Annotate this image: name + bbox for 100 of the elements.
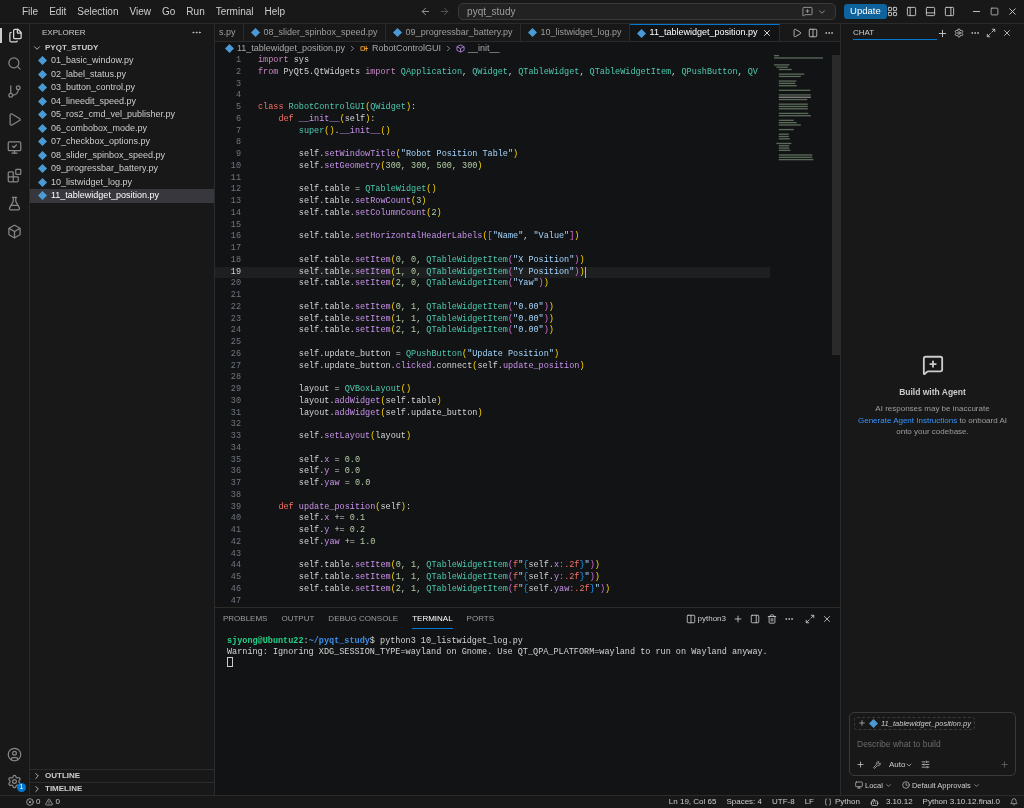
status-item[interactable]: LF [804,796,814,808]
panel-tab[interactable]: PORTS [466,610,495,628]
panel-tab[interactable]: TERMINAL [412,609,453,629]
status-item[interactable]: Python 3.10.12.final.0 [922,796,1000,808]
editor-tab[interactable]: 09_progressbar_battery.py [385,24,521,41]
explorer-file[interactable]: 10_listwidget_log.py [30,175,214,189]
code-token: ( [508,266,514,278]
line-number: 5 [234,102,241,114]
terminal-name[interactable]: python3 [697,613,726,625]
breadcrumb-item[interactable]: __init__ [467,41,500,56]
explorer-file[interactable]: 01_basic_window.py [30,54,214,68]
explorer-file[interactable]: 06_combobox_mode.py [30,121,214,135]
editor-tab[interactable]: 08_slider_spinbox_speed.py [243,24,386,41]
back-icon[interactable] [420,6,432,17]
settings-icon[interactable] [954,28,964,38]
sliders-icon[interactable] [921,760,931,770]
split-editor-icon[interactable] [808,27,818,38]
menu-item[interactable]: File [17,4,44,19]
search-icon[interactable] [7,56,22,71]
maximize-icon[interactable] [989,7,999,16]
panel-tab[interactable]: DEBUG CONSOLE [328,610,399,628]
line-number: 20 [229,278,241,290]
status-item[interactable]: Spaces: 4 [726,796,762,808]
code-token: [ [487,231,493,243]
new-terminal-icon[interactable] [733,614,743,624]
menu-item[interactable]: Run [181,4,210,19]
collapsed-section[interactable]: OUTLINE [30,769,214,782]
panel-tab[interactable]: OUTPUT [281,610,315,628]
editor-tab[interactable]: 10_listwidget_log.py [520,24,630,41]
close-icon[interactable] [1006,6,1018,17]
line-number: 26 [229,348,241,361]
menu-item[interactable]: Selection [72,4,124,19]
branch-icon[interactable] [7,84,22,99]
scrollbar[interactable] [832,55,840,355]
menu-item[interactable]: Help [259,4,291,19]
line-number: 34 [229,442,241,455]
status-item[interactable]: 3.10.12 [869,796,913,808]
code-token: 1.0 [360,536,376,549]
explorer-file[interactable]: 11_tablewidget_position.py [30,189,214,203]
new-chat-icon[interactable] [937,27,948,39]
explorer-file[interactable]: 05_ros2_cmd_vel_publisher.py [30,108,214,122]
add-context-icon[interactable] [858,719,866,728]
code-token: , [737,66,744,79]
python-file-icon [869,718,878,728]
maximize-icon[interactable] [986,28,996,38]
panel-tab[interactable]: PROBLEMS [223,610,268,628]
panel-toggle-icon[interactable] [924,6,936,17]
menu-item[interactable]: Edit [44,4,72,19]
run-icon[interactable] [792,27,802,38]
status-item[interactable]: Python [824,796,860,808]
chat-input-field[interactable]: Describe what to build [854,738,1011,751]
tools-icon[interactable] [873,760,881,769]
update-button[interactable]: Update [844,4,887,19]
menu-item[interactable]: Go [157,4,181,19]
close-icon[interactable] [822,614,832,624]
extensions-icon[interactable] [7,168,22,183]
flask-icon[interactable] [7,196,22,211]
code-token: ) [574,254,580,267]
send-icon[interactable] [1000,760,1009,770]
attach-icon[interactable] [856,760,865,770]
sidebar-toggle-icon[interactable] [905,6,917,17]
bell-icon[interactable] [1010,798,1018,806]
explorer-file[interactable]: 03_button_control.py [30,81,214,95]
explorer-file[interactable]: 09_progressbar_battery.py [30,162,214,176]
account-icon[interactable] [7,747,22,762]
agent-instructions-link[interactable]: Generate Agent Instructions [858,415,958,425]
explorer-file[interactable]: 04_lineedit_speed.py [30,94,214,108]
remote-explorer-icon[interactable] [7,140,22,155]
editor-tab[interactable]: s.py [215,24,244,41]
explorer-file[interactable]: 07_checkbox_options.py [30,135,214,149]
status-item[interactable]: UTF-8 [772,796,795,808]
terminal-icon [685,614,696,624]
box-icon[interactable] [7,224,22,239]
close-tab-icon[interactable] [761,28,772,38]
code-token: () [426,184,437,196]
folder-header[interactable]: PYQT_STUDY [30,41,214,54]
status-item[interactable]: Ln 19, Col 65 [668,796,717,808]
split-terminal-icon[interactable] [750,614,760,624]
maximize-icon[interactable] [805,614,815,624]
code-token: ( [390,583,396,596]
problems-status[interactable]: 0 0 [26,796,60,808]
files-icon[interactable] [8,28,23,43]
run-icon[interactable] [7,112,22,127]
breadcrumb-item[interactable]: RobotControlGUI [371,41,441,56]
mode-dropdown[interactable]: Auto [889,758,914,771]
code-token: , [523,231,530,243]
command-center[interactable]: pyqt_study [458,3,837,20]
code-token: ( [339,113,345,126]
secondary-sidebar-toggle-icon[interactable] [943,6,955,17]
editor-tab[interactable]: 11_tablewidget_position.py [629,24,780,41]
explorer-file[interactable]: 02_label_status.py [30,67,214,81]
menu-item[interactable]: View [124,4,156,19]
close-icon[interactable] [1002,28,1012,38]
chat-icon[interactable] [802,6,814,17]
explorer-file[interactable]: 08_slider_spinbox_speed.py [30,148,214,162]
menu-item[interactable]: Terminal [210,4,259,19]
breadcrumb-item[interactable]: 11_tablewidget_position.py [237,41,345,56]
settings-icon[interactable] [7,774,22,789]
trash-icon[interactable] [767,614,777,624]
layout-icon[interactable] [886,6,898,17]
